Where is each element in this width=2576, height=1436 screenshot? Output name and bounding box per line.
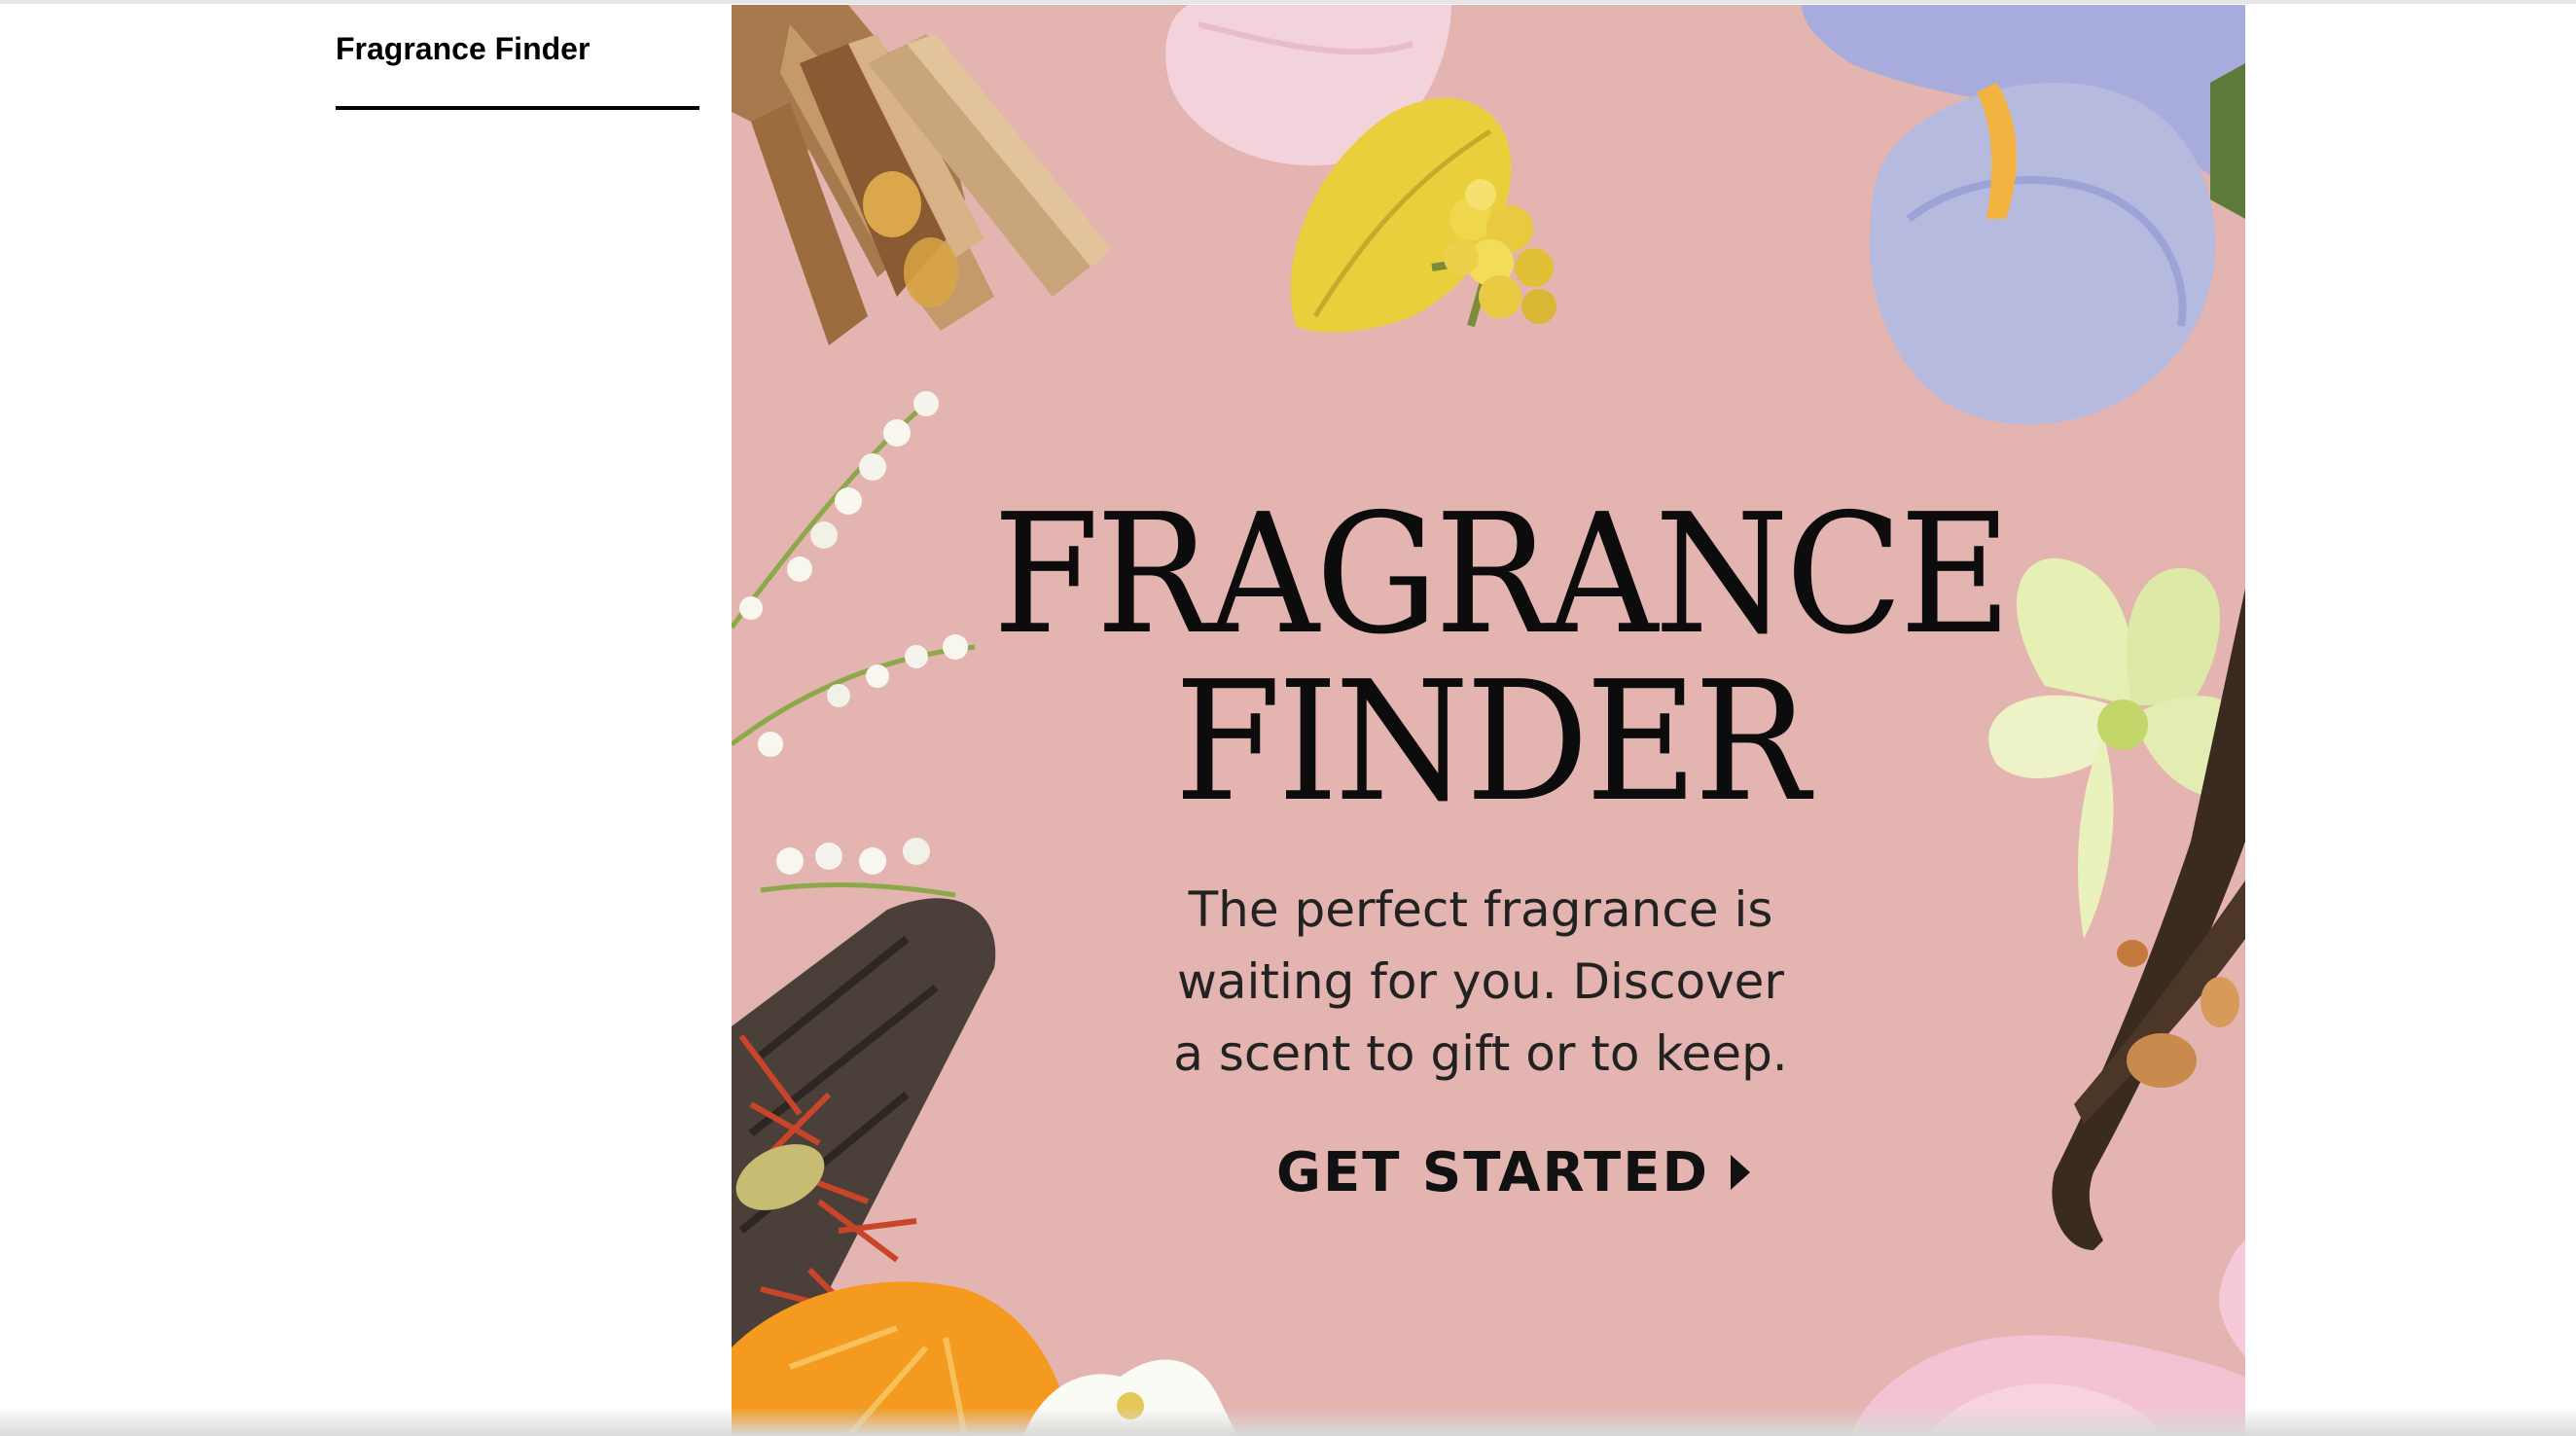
- banner-description-line-2: waiting for you. Discover: [1177, 953, 1784, 1010]
- banner-description-line-1: The perfect fragrance is: [1188, 881, 1773, 938]
- side-nav: Fragrance Finder: [0, 4, 732, 1436]
- banner-title-line-2: FINDER: [1174, 646, 1809, 839]
- jasmine-flower-icon: [1023, 1359, 1237, 1436]
- lily-of-the-valley-icon: [732, 391, 976, 898]
- active-tab-underline: [336, 106, 699, 110]
- banner-description: The perfect fragrance is waiting for you…: [1091, 874, 1870, 1090]
- pink-rose-icon: [1850, 1240, 2245, 1436]
- get-started-link[interactable]: GET STARTED: [1276, 1137, 1750, 1207]
- banner-title-line-1: FRAGRANCE: [992, 479, 2012, 671]
- tab-fragrance-finder-label: Fragrance Finder: [336, 31, 590, 66]
- fragrance-finder-banner[interactable]: FRAGRANCE FINDER The perfect fragrance i…: [732, 5, 2245, 1436]
- banner-title: FRAGRANCE FINDER: [992, 479, 2012, 839]
- right-gutter: [2245, 4, 2576, 1436]
- banner-description-line-3: a scent to gift or to keep.: [1173, 1025, 1788, 1082]
- iris-flower-icon: [1802, 5, 2245, 425]
- get-started-label: GET STARTED: [1276, 1140, 1709, 1204]
- caret-right-icon: [1730, 1155, 1750, 1190]
- tab-fragrance-finder[interactable]: Fragrance Finder: [336, 27, 699, 115]
